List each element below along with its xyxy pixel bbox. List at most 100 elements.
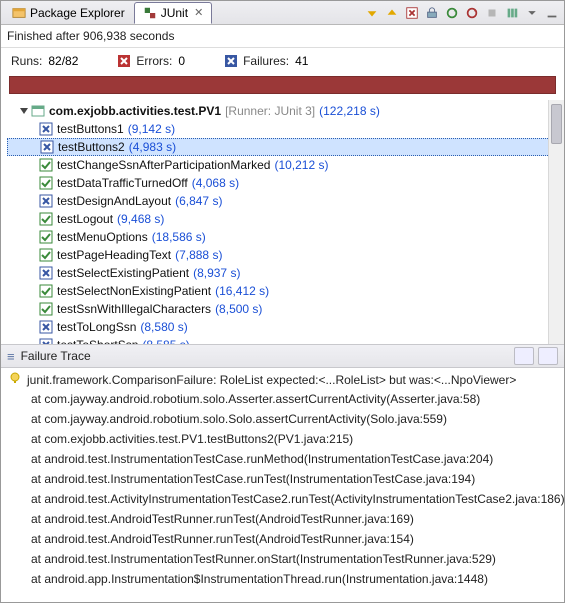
test-item[interactable]: testButtons2 (4,983 s) (7, 138, 564, 156)
test-name: testSsnWithIllegalCharacters (57, 302, 211, 316)
trace-line-text: at android.app.Instrumentation$Instrumen… (9, 572, 488, 586)
test-item[interactable]: testToShortSsn (8,585 s) (7, 336, 564, 344)
test-item[interactable]: testDesignAndLayout(6,847 s) (7, 192, 564, 210)
test-time: (4,983 s) (129, 140, 176, 154)
test-item[interactable]: testPageHeadingText(7,888 s) (7, 246, 564, 264)
tree-root[interactable]: com.exjobb.activities.test.PV1 [Runner: … (7, 102, 564, 120)
trace-line[interactable]: at com.jayway.android.robotium.solo.Asse… (9, 392, 558, 412)
test-fail-icon (39, 266, 53, 280)
test-fail-icon (39, 338, 53, 344)
test-item[interactable]: testMenuOptions(18,586 s) (7, 228, 564, 246)
test-pass-icon (39, 302, 53, 316)
test-name: testToShortSsn (57, 338, 138, 344)
failures-label: Failures: (243, 54, 289, 68)
scroll-thumb[interactable] (551, 104, 562, 144)
test-item[interactable]: testButtons1(9,142 s) (7, 120, 564, 138)
test-time: (9,142 s) (128, 122, 175, 136)
test-pass-icon (39, 176, 53, 190)
trace-line[interactable]: at android.test.InstrumentationTestCase.… (9, 452, 558, 472)
test-pass-icon (39, 230, 53, 244)
test-name: testDataTrafficTurnedOff (57, 176, 188, 190)
root-time: (122,218 s) (319, 104, 380, 118)
test-name: testDesignAndLayout (57, 194, 171, 208)
test-time: (7,888 s) (175, 248, 222, 262)
test-item[interactable]: testLogout(9,468 s) (7, 210, 564, 228)
menu-icon[interactable]: ≡ (7, 349, 15, 364)
trace-line-text: at com.jayway.android.robotium.solo.Solo… (9, 412, 447, 426)
trace-line[interactable]: at android.test.AndroidTestRunner.runTes… (9, 512, 558, 532)
test-name: testSelectNonExistingPatient (57, 284, 211, 298)
trace-line-text: at android.test.AndroidTestRunner.runTes… (9, 512, 414, 526)
trace-line[interactable]: at com.jayway.android.robotium.solo.Solo… (9, 412, 558, 432)
trace-line[interactable]: at android.test.ActivityInstrumentationT… (9, 492, 558, 512)
compare-button[interactable] (514, 347, 534, 365)
test-time: (8,580 s) (140, 320, 187, 334)
counters-bar: Runs: 82/82 Errors: 0 Failures: 41 (1, 48, 564, 74)
test-time: (8,585 s) (142, 338, 189, 344)
history-button[interactable] (504, 5, 520, 21)
stop-button[interactable] (484, 5, 500, 21)
test-time: (4,068 s) (192, 176, 239, 190)
failures-group: Failures: 41 (225, 54, 308, 68)
test-item[interactable]: testDataTrafficTurnedOff (4,068 s) (7, 174, 564, 192)
test-time: (9,468 s) (117, 212, 164, 226)
junit-icon (143, 6, 157, 20)
minimize-button[interactable] (544, 5, 560, 21)
trace-line[interactable]: at android.test.InstrumentationTestCase.… (9, 472, 558, 492)
prev-failure-button[interactable] (364, 5, 380, 21)
test-time: (18,586 s) (152, 230, 206, 244)
rerun-button[interactable] (444, 5, 460, 21)
close-icon[interactable]: ✕ (194, 6, 203, 19)
failure-icon (225, 55, 237, 67)
trace-line-text: at com.jayway.android.robotium.solo.Asse… (9, 392, 480, 406)
progress-bar (9, 76, 556, 94)
test-time: (8,937 s) (193, 266, 240, 280)
runs-value: 82/82 (48, 54, 78, 68)
test-name: testButtons2 (58, 140, 125, 154)
failures-value: 41 (295, 54, 308, 68)
show-failures-only-button[interactable] (404, 5, 420, 21)
package-explorer-icon (12, 6, 26, 20)
test-time: (10,212 s) (274, 158, 328, 172)
tab-label: JUnit (161, 6, 188, 20)
scroll-lock-button[interactable] (424, 5, 440, 21)
rerun-failed-button[interactable] (464, 5, 480, 21)
view-menu-button[interactable] (524, 5, 540, 21)
test-item[interactable]: testSelectExistingPatient(8,937 s) (7, 264, 564, 282)
test-item[interactable]: testSsnWithIllegalCharacters (8,500 s) (7, 300, 564, 318)
trace-line[interactable]: at android.test.AndroidTestRunner.runTes… (9, 532, 558, 552)
test-time: (16,412 s) (215, 284, 269, 298)
tab-label: Package Explorer (30, 6, 125, 20)
trace-line[interactable]: at com.exjobb.activities.test.PV1.testBu… (9, 432, 558, 452)
trace-line[interactable]: at android.test.InstrumentationTestRunne… (9, 552, 558, 572)
test-tree-scroll[interactable]: com.exjobb.activities.test.PV1 [Runner: … (1, 100, 564, 344)
test-tree: com.exjobb.activities.test.PV1 [Runner: … (1, 100, 564, 344)
trace-line-text: at android.test.InstrumentationTestCase.… (9, 472, 475, 486)
test-item[interactable]: testSelectNonExistingPatient (16,412 s) (7, 282, 564, 300)
tab-package-explorer[interactable]: Package Explorer (3, 2, 134, 24)
trace-head[interactable]: junit.framework.ComparisonFailure: RoleL… (9, 372, 558, 392)
expand-icon[interactable] (19, 106, 29, 116)
test-name: testToLongSsn (57, 320, 136, 334)
test-fail-icon (40, 140, 54, 154)
test-item[interactable]: testChangeSsnAfterParticipationMarked(10… (7, 156, 564, 174)
filter-trace-button[interactable] (538, 347, 558, 365)
failure-trace-header: ≡ Failure Trace (1, 344, 564, 368)
trace-head-text: junit.framework.ComparisonFailure: RoleL… (27, 373, 516, 387)
test-suite-icon (31, 104, 45, 118)
test-fail-icon (39, 194, 53, 208)
next-failure-button[interactable] (384, 5, 400, 21)
trace-line[interactable]: at android.app.Instrumentation$Instrumen… (9, 572, 558, 592)
tab-junit[interactable]: JUnit ✕ (134, 2, 213, 24)
vertical-scrollbar[interactable]: ▴ (548, 100, 564, 344)
trace-line-text: at com.exjobb.activities.test.PV1.testBu… (9, 432, 353, 446)
test-item[interactable]: testToLongSsn (8,580 s) (7, 318, 564, 336)
test-fail-icon (39, 320, 53, 334)
test-fail-icon (39, 122, 53, 136)
trace-line-text: at android.test.InstrumentationTestRunne… (9, 552, 496, 566)
errors-group: Errors: 0 (118, 54, 185, 68)
test-time: (8,500 s) (215, 302, 262, 316)
test-pass-icon (39, 158, 53, 172)
runs-group: Runs: 82/82 (11, 54, 78, 68)
view-tabbar: Package Explorer JUnit ✕ (1, 1, 564, 25)
